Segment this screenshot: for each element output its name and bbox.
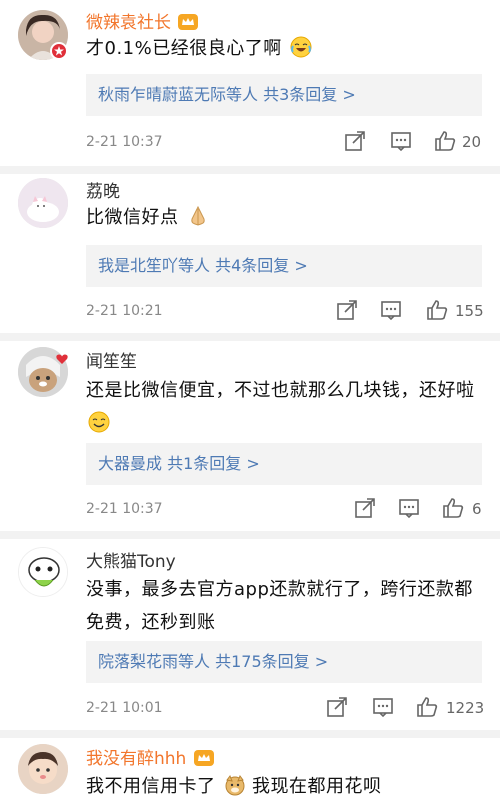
timestamp: 2-21 10:21: [86, 303, 163, 319]
like-count: 20: [462, 133, 482, 151]
username[interactable]: 荔晚: [86, 177, 120, 202]
share-icon[interactable]: [336, 299, 358, 321]
laughing-crying-emoji-icon: [290, 36, 312, 58]
comment-meta: 2-21 10:21 155: [86, 299, 486, 323]
comment-item: 闻笙笙 还是比微信便宜，不过也就那么几块钱，还好啦 大器曼成 共1条回复 > 2…: [0, 333, 500, 539]
comment-item: 微辣袁社长 才0.1%已经很良心了啊 秋雨乍晴蔚蓝无际等人 共3条回复 > 2-…: [0, 0, 500, 174]
like-count: 6: [472, 500, 482, 518]
thumbs-up-icon[interactable]: [434, 130, 456, 152]
comment-icon[interactable]: [372, 696, 394, 718]
heart-icon: [56, 350, 68, 364]
comment-meta: 2-21 10:37 6: [86, 497, 486, 521]
thumbs-up-icon[interactable]: [442, 497, 464, 519]
avatar[interactable]: [18, 547, 68, 597]
comment-text: 没事，最多去官方app还款就行了，跨行还款都免费，还秒到账: [86, 579, 473, 633]
comment-icon[interactable]: [380, 299, 402, 321]
comment-item: 大熊猫Tony 没事，最多去官方app还款就行了，跨行还款都免费，还秒到账 院落…: [0, 531, 500, 738]
comment-meta: 2-21 10:37 20: [86, 130, 486, 154]
reply-summary-link[interactable]: 大器曼成 共1条回复 >: [86, 443, 482, 485]
thumbs-up-icon[interactable]: [426, 299, 448, 321]
comment-text: 我不用信用卡了 我现在都用花呗: [86, 774, 382, 797]
username[interactable]: 微辣袁社长: [86, 8, 199, 33]
comment-text: 比微信好点: [86, 201, 478, 234]
comment-item: 荔晚 比微信好点 我是北笙吖等人 共4条回复 > 2-21 10:21 155: [0, 166, 500, 341]
avatar[interactable]: [18, 744, 68, 794]
comment-text: 还是比微信便宜，不过也就那么几块钱，还好啦: [86, 374, 478, 440]
reply-summary-link[interactable]: 我是北笙吖等人 共4条回复 >: [86, 245, 482, 287]
reply-summary-link[interactable]: 院落梨花雨等人 共175条回复 >: [86, 641, 482, 683]
reply-summary-link[interactable]: 秋雨乍晴蔚蓝无际等人 共3条回复 >: [86, 74, 482, 116]
timestamp: 2-21 10:01: [86, 700, 163, 716]
like-count: 1223: [446, 699, 485, 717]
comment-meta: 2-21 10:01 1223: [86, 696, 486, 720]
comment-icon[interactable]: [390, 130, 412, 152]
doge-emoji-icon: [224, 774, 246, 796]
praying-hands-emoji-icon: [187, 205, 209, 227]
share-icon[interactable]: [326, 696, 348, 718]
comment-item: 我没有醉hhh 我不用信用卡了 我现在都用花呗: [0, 730, 500, 808]
smile-emoji-icon: [88, 411, 110, 433]
thumbs-up-icon[interactable]: [416, 696, 438, 718]
like-count: 155: [455, 302, 484, 320]
avatar[interactable]: [18, 178, 68, 228]
timestamp: 2-21 10:37: [86, 501, 163, 517]
comment-icon[interactable]: [398, 497, 420, 519]
vip-badge-icon: [50, 42, 68, 60]
timestamp: 2-21 10:37: [86, 134, 163, 150]
username[interactable]: 我没有醉hhh: [86, 744, 214, 769]
comment-text: 才0.1%已经很良心了啊: [86, 32, 478, 65]
username[interactable]: 闻笙笙: [86, 347, 137, 372]
share-icon[interactable]: [354, 497, 376, 519]
comment-feed: 微辣袁社长 才0.1%已经很良心了啊 秋雨乍晴蔚蓝无际等人 共3条回复 > 2-…: [0, 0, 500, 808]
crown-badge-icon: [193, 750, 214, 766]
username[interactable]: 大熊猫Tony: [86, 547, 176, 572]
share-icon[interactable]: [344, 130, 366, 152]
crown-badge-icon: [178, 14, 199, 30]
